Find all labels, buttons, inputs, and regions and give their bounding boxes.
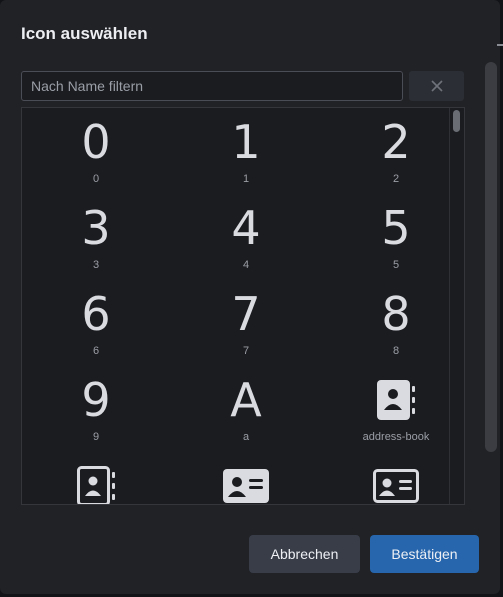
address-book-outline-icon bbox=[77, 466, 115, 504]
icon-grid: 0 0 1 1 2 2 3 3 4 4 5 5 6 6 7 7 8 8 9 9 … bbox=[22, 108, 447, 504]
filter-input[interactable] bbox=[21, 71, 403, 101]
dialog-title: Icon auswählen bbox=[21, 24, 148, 43]
digit-7-icon: 7 bbox=[231, 287, 261, 341]
address-card-outline-icon bbox=[373, 469, 419, 503]
clear-filter-button[interactable] bbox=[409, 71, 464, 101]
icon-item-3[interactable]: 3 3 bbox=[22, 194, 171, 280]
address-card-icon bbox=[223, 469, 269, 503]
icon-item-address-book-outline[interactable] bbox=[22, 452, 171, 504]
icon-label: 9 bbox=[92, 431, 100, 443]
icon-label: 2 bbox=[392, 173, 400, 185]
digit-3-icon: 3 bbox=[81, 201, 111, 255]
confirm-button[interactable]: Bestätigen bbox=[370, 535, 479, 573]
list-scrollbar[interactable] bbox=[449, 108, 464, 504]
address-book-icon bbox=[377, 380, 415, 420]
icon-item-7[interactable]: 7 7 bbox=[171, 280, 321, 366]
digit-1-icon: 1 bbox=[231, 115, 261, 169]
digit-4-icon: 4 bbox=[231, 201, 261, 255]
list-scrollbar-thumb[interactable] bbox=[453, 110, 460, 132]
icon-label: 0 bbox=[92, 173, 100, 185]
icon-label: a bbox=[242, 431, 250, 443]
icon-label: 8 bbox=[392, 345, 400, 357]
close-icon bbox=[430, 80, 443, 92]
digit-9-icon: 9 bbox=[81, 373, 111, 427]
background-window-edge bbox=[497, 44, 503, 46]
digit-8-icon: 8 bbox=[381, 287, 411, 341]
dialog-scrollbar[interactable] bbox=[485, 62, 497, 452]
icon-label: 5 bbox=[392, 259, 400, 271]
icon-item-a[interactable]: A a bbox=[171, 366, 321, 452]
icon-item-address-card[interactable] bbox=[171, 452, 321, 504]
icon-label: 1 bbox=[242, 173, 250, 185]
digit-0-icon: 0 bbox=[81, 115, 111, 169]
letter-a-icon: A bbox=[230, 373, 262, 427]
icon-item-address-book[interactable]: address-book bbox=[321, 366, 464, 452]
digit-2-icon: 2 bbox=[381, 115, 411, 169]
icon-item-8[interactable]: 8 8 bbox=[321, 280, 464, 366]
icon-item-6[interactable]: 6 6 bbox=[22, 280, 171, 366]
icon-list[interactable]: 0 0 1 1 2 2 3 3 4 4 5 5 6 6 7 7 8 8 9 9 … bbox=[21, 107, 465, 505]
cancel-button[interactable]: Abbrechen bbox=[249, 535, 360, 573]
icon-picker-dialog: Icon auswählen 0 0 1 1 2 2 3 3 bbox=[0, 0, 500, 594]
icon-item-5[interactable]: 5 5 bbox=[321, 194, 464, 280]
icon-label: 6 bbox=[92, 345, 100, 357]
icon-label: address-book bbox=[362, 431, 430, 443]
icon-label: 4 bbox=[242, 259, 250, 271]
icon-item-1[interactable]: 1 1 bbox=[171, 108, 321, 194]
icon-label: 7 bbox=[242, 345, 250, 357]
icon-item-address-card-outline[interactable] bbox=[321, 452, 464, 504]
digit-5-icon: 5 bbox=[381, 201, 411, 255]
icon-item-4[interactable]: 4 4 bbox=[171, 194, 321, 280]
icon-label: 3 bbox=[92, 259, 100, 271]
icon-item-9[interactable]: 9 9 bbox=[22, 366, 171, 452]
icon-item-2[interactable]: 2 2 bbox=[321, 108, 464, 194]
icon-item-0[interactable]: 0 0 bbox=[22, 108, 171, 194]
digit-6-icon: 6 bbox=[81, 287, 111, 341]
